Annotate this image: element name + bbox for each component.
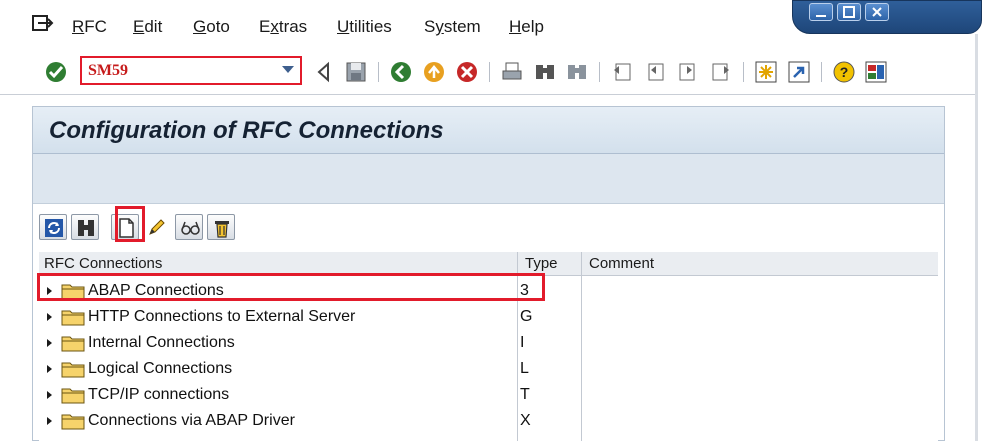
menu-help[interactable]: Help [509,17,544,37]
node-type: T [520,386,530,403]
expand-arrow-icon[interactable] [47,339,52,347]
maximize-icon [843,6,855,18]
maximize-button[interactable] [837,3,861,21]
refresh-button[interactable] [39,214,67,240]
new-session-icon[interactable] [754,60,778,84]
folder-icon [61,336,85,352]
menu-edit[interactable]: Edit [133,17,162,37]
menu-bar: RFC Edit Goto Extras Utilities System He… [0,0,982,50]
expand-arrow-icon[interactable] [47,391,52,399]
page-title: Configuration of RFC Connections [49,117,444,144]
prev-page-icon[interactable] [643,60,667,84]
display-button[interactable] [175,214,203,240]
sub-header [33,154,944,204]
column-header-type[interactable]: Type [525,255,558,272]
node-type: G [520,308,533,325]
node-type: X [520,412,531,429]
menu-goto[interactable]: Goto [193,17,230,37]
next-page-icon[interactable] [676,60,700,84]
node-type: I [520,334,525,351]
column-header-rfc-connections[interactable]: RFC Connections [44,255,162,272]
tree-row[interactable]: TCP/IP connections T [39,382,938,408]
highlight-abap-row [37,273,545,301]
back-icon[interactable] [389,60,413,84]
node-label: Logical Connections [88,360,233,377]
window-controls [792,0,982,34]
first-page-icon[interactable] [610,60,634,84]
node-label: HTTP Connections to External Server [88,308,356,325]
main-frame: Configuration of RFC Connections RFC Con… [32,106,945,441]
node-label: Connections via ABAP Driver [88,412,295,429]
minimize-icon [816,15,826,17]
save-icon[interactable] [344,60,368,84]
layout-icon[interactable] [864,60,888,84]
back-arrow-icon[interactable] [312,60,336,84]
checkmark-icon[interactable] [44,60,68,84]
node-label: TCP/IP connections [88,386,230,403]
column-header-comment[interactable]: Comment [589,255,654,272]
menu-system[interactable]: System [424,17,481,37]
tree-row[interactable]: Logical Connections L [39,356,938,382]
db-save-icon [78,220,94,236]
close-icon [872,7,882,17]
highlight-command-field [80,56,302,85]
menu-extras[interactable]: Extras [259,17,307,37]
pencil-icon [149,219,165,235]
exit-icon[interactable] [422,60,446,84]
refresh-icon [45,219,63,237]
node-label: Internal Connections [88,334,235,351]
folder-icon [61,310,85,326]
tree-row[interactable]: Internal Connections I [39,330,938,356]
expand-arrow-icon[interactable] [47,365,52,373]
highlight-create-button [115,206,145,242]
expand-arrow-icon[interactable] [47,313,52,321]
title-bar: Configuration of RFC Connections [33,107,944,154]
folder-icon [61,414,85,430]
change-button[interactable] [143,214,171,240]
svg-text:?: ? [840,64,849,80]
find-icon[interactable] [533,60,557,84]
last-page-icon[interactable] [709,60,733,84]
cancel-icon[interactable] [455,60,479,84]
menu-utilities[interactable]: Utilities [337,17,392,37]
glasses-icon [181,221,200,235]
tree-row[interactable]: Connections via ABAP Driver X [39,408,938,434]
node-type: L [520,360,529,377]
trash-icon [215,221,229,238]
folder-icon [61,388,85,404]
menu-rfc[interactable]: RFC [72,17,107,37]
folder-icon [61,362,85,378]
expand-arrow-icon[interactable] [47,417,52,425]
find-next-icon[interactable] [565,60,589,84]
help-icon[interactable]: ? [832,60,856,84]
minimize-button[interactable] [809,3,833,21]
tree-row[interactable]: HTTP Connections to External Server G [39,304,938,330]
close-button[interactable] [865,3,889,21]
delete-button[interactable] [207,214,235,240]
shortcut-icon[interactable] [787,60,811,84]
window-border [975,34,978,441]
db-save-button[interactable] [71,214,99,240]
menu-icon[interactable] [32,14,54,34]
print-icon[interactable] [500,60,524,84]
